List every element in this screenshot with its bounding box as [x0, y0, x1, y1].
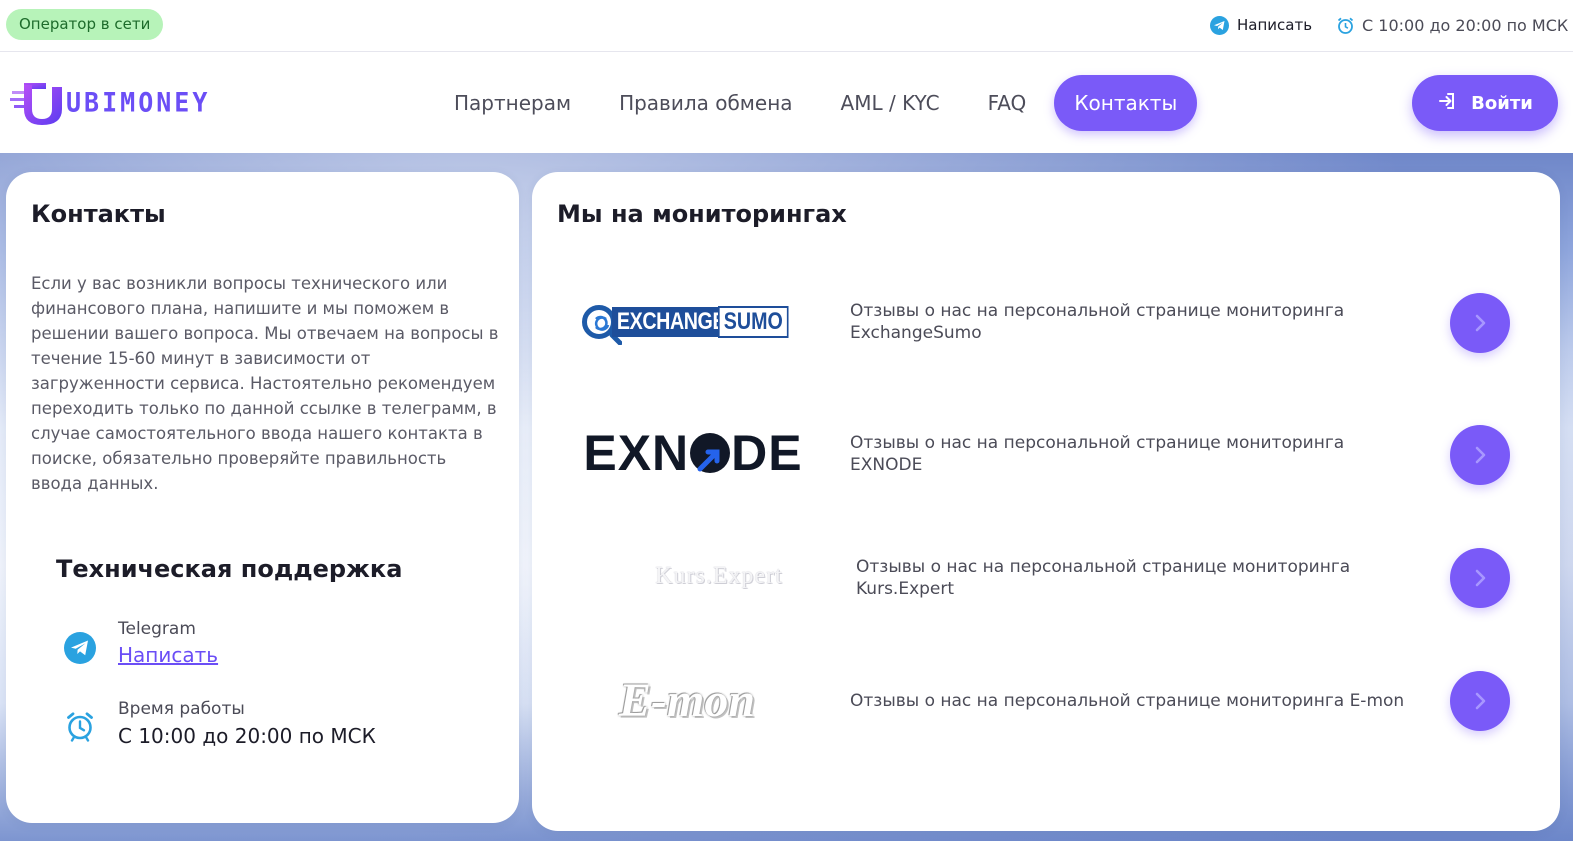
exnode-logo-o-icon [690, 433, 731, 473]
top-working-hours: С 10:00 до 20:00 по МСК [1336, 14, 1568, 36]
nav-item-aml-kyc[interactable]: AML / KYC [817, 75, 964, 131]
exchangesumo-logo-word2: SUMO [718, 306, 789, 338]
alarm-clock-icon [64, 710, 96, 742]
login-button[interactable]: Войти [1412, 75, 1558, 131]
emon-logo-text: E-mon [618, 673, 756, 727]
contacts-title: Контакты [31, 200, 166, 228]
logo-mark-icon [10, 79, 66, 125]
exnode-text: Отзывы о нас на персональной странице мо… [850, 433, 1345, 475]
nav-item-exchange-rules[interactable]: Правила обмена [595, 75, 816, 131]
telegram-label: Telegram [118, 619, 196, 639]
contacts-intro-text: Если у вас возникли вопросы технического… [31, 274, 499, 493]
monitoring-item-exnode: EXN DE Отзывы о нас на персональной стра… [532, 413, 1560, 493]
nav-item-contacts[interactable]: Контакты [1054, 75, 1198, 131]
monitorings-title: Мы на мониторингах [557, 200, 847, 228]
chevron-right-icon [1475, 314, 1486, 332]
monitoring-item-kursexpert: Kurs.Expert Отзывы о нас на персональной… [532, 536, 1560, 616]
top-write-link[interactable]: Написать [1210, 14, 1312, 36]
support-title: Техническая поддержка [56, 555, 403, 583]
kursexpert-logo-text: Kurs.Expert [655, 562, 783, 589]
exchangesumo-logo-word1: EXCHANGE [611, 307, 731, 337]
exnode-logo[interactable]: EXN DE [578, 413, 808, 493]
chevron-right-icon [1475, 569, 1486, 587]
alarm-clock-icon [1336, 16, 1355, 35]
kursexpert-text: Отзывы о нас на персональной странице мо… [856, 557, 1351, 599]
exnode-logo-part1: EXN [583, 425, 690, 481]
telegram-icon [64, 632, 96, 664]
emon-text: Отзывы о нас на персональной странице мо… [850, 691, 1405, 711]
top-bar: Оператор в сети Написать С 10:00 до 20:0… [0, 0, 1573, 52]
operator-online-badge: Оператор в сети [6, 9, 164, 40]
ubimoney-logo[interactable]: UBIMONEY [10, 79, 210, 125]
exnode-logo-part2: DE [731, 425, 803, 481]
chevron-right-icon [1475, 446, 1486, 464]
nav-item-partners[interactable]: Партнерам [430, 75, 595, 131]
telegram-write-link[interactable]: Написать [118, 640, 218, 670]
exchangesumo-open-button[interactable] [1450, 293, 1510, 353]
monitoring-item-emon: E-mon Отзывы о нас на персональной стран… [532, 660, 1560, 740]
emon-logo[interactable]: E-mon [572, 660, 802, 740]
exchangesumo-magnifier-icon [581, 305, 622, 345]
login-arrow-icon [1437, 91, 1457, 116]
hours-label: Время работы [118, 699, 245, 719]
telegram-contact: Telegram Написать [64, 618, 218, 670]
monitoring-item-exchangesumo: EXCHANGE SUMO Отзывы о нас на персональн… [532, 282, 1560, 362]
hours-value: С 10:00 до 20:00 по МСК [118, 724, 376, 748]
logo-text: UBIMONEY [66, 86, 211, 118]
working-hours-contact: Время работы С 10:00 до 20:00 по МСК [64, 698, 376, 752]
emon-open-button[interactable] [1450, 671, 1510, 731]
login-label: Войти [1471, 92, 1533, 114]
main-nav: Партнерам Правила обмена AML / KYC FAQ К… [430, 75, 1198, 131]
telegram-icon [1210, 15, 1229, 35]
site-header: UBIMONEY Партнерам Правила обмена AML / … [0, 53, 1573, 153]
kursexpert-open-button[interactable] [1450, 548, 1510, 608]
nav-item-faq[interactable]: FAQ [964, 75, 1051, 131]
top-hours-text: С 10:00 до 20:00 по МСК [1362, 15, 1569, 35]
chevron-right-icon [1475, 692, 1486, 710]
kursexpert-logo[interactable]: Kurs.Expert [604, 536, 834, 616]
monitorings-card: Мы на мониторингах EXCHANGE SUMO Отзывы … [532, 172, 1560, 831]
exchangesumo-text: Отзывы о нас на персональной странице мо… [850, 301, 1345, 343]
exchangesumo-logo[interactable]: EXCHANGE SUMO [578, 282, 808, 362]
exnode-open-button[interactable] [1450, 425, 1510, 485]
contacts-card: Контакты Если у вас возникли вопросы тех… [6, 172, 519, 823]
top-write-label: Написать [1237, 16, 1313, 34]
